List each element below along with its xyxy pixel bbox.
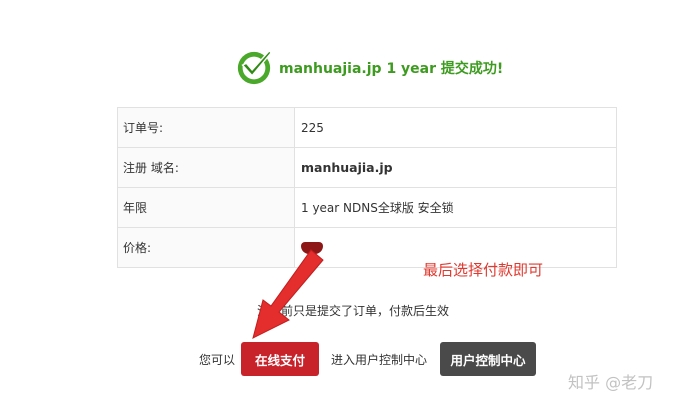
period-label: 年限 <box>117 187 295 228</box>
order-number-label: 订单号: <box>117 107 295 148</box>
notice-prefix: 注 <box>257 304 270 318</box>
order-number-text: 225 <box>301 120 324 135</box>
order-table: 订单号: 225 注册 域名: manhuajia.jp 年限 1 year N… <box>117 107 617 268</box>
actions-prefix: 您可以 <box>199 352 236 367</box>
redaction-mask <box>323 123 338 133</box>
redacted-price <box>301 242 323 254</box>
success-header: manhuajia.jp 1 year 提交成功! <box>235 48 503 88</box>
domain-value: manhuajia.jp <box>294 147 617 188</box>
notice-body: 目前只是提交了订单，付款后生效 <box>269 304 450 318</box>
price-label: 价格: <box>117 227 295 268</box>
table-row: 注册 域名: manhuajia.jp <box>117 147 617 188</box>
domain-label: 注册 域名: <box>117 147 295 188</box>
annotation-text: 最后选择付款即可 <box>423 261 544 279</box>
success-check-icon <box>237 49 273 85</box>
order-number-value: 225 <box>294 107 617 148</box>
control-center-button[interactable]: 用户控制中心 <box>440 342 537 376</box>
success-title: manhuajia.jp 1 year 提交成功! <box>279 61 504 77</box>
online-pay-button[interactable]: 在线支付 <box>241 342 320 376</box>
watermark: 知乎 @老刀 <box>568 373 654 392</box>
control-center-text: 进入用户控制中心 <box>331 352 428 367</box>
table-row: 年限 1 year NDNS全球版 安全锁 <box>117 187 617 228</box>
notice-text: 注目前只是提交了订单，付款后生效 <box>257 302 449 319</box>
table-row: 订单号: 225 <box>117 107 617 148</box>
action-bar: 您可以 在线支付 进入用户控制中心 用户控制中心 <box>199 342 537 376</box>
period-value: 1 year NDNS全球版 安全锁 <box>294 187 617 228</box>
